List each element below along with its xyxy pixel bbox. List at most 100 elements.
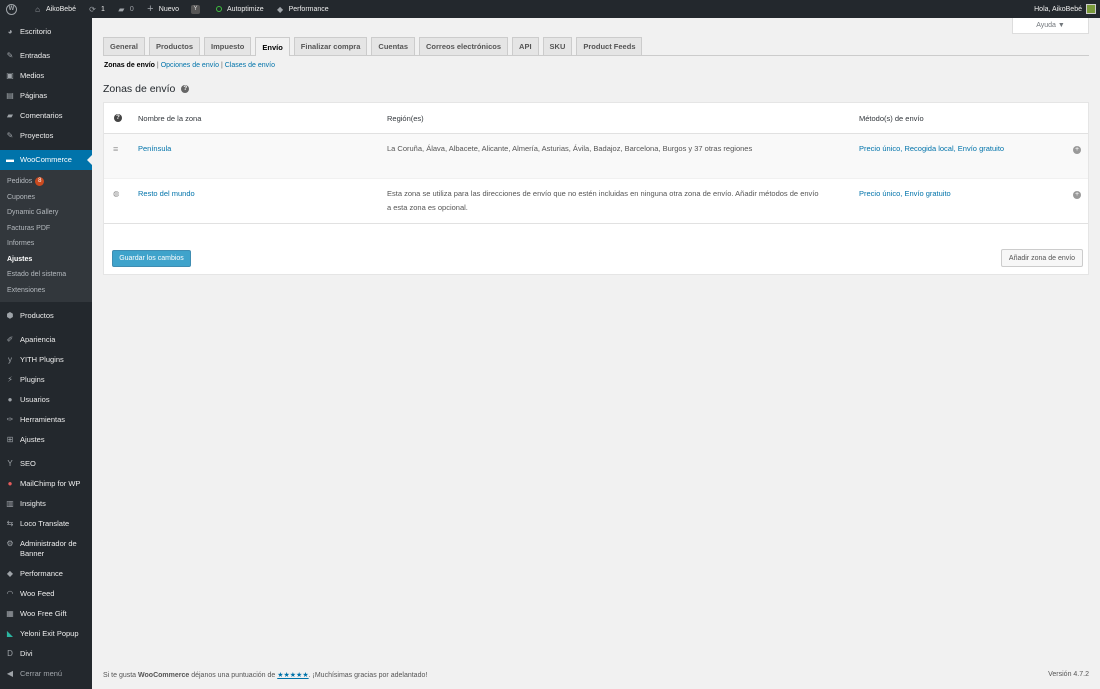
rating-stars-link[interactable]: ★★★★★	[277, 672, 308, 679]
help-button[interactable]: Ayuda ▼	[1012, 18, 1089, 34]
tab-finalizar-compra[interactable]: Finalizar compra	[293, 37, 368, 55]
menu-woofree[interactable]: ▦ Woo Free Gift	[0, 604, 92, 624]
zone-methods-link[interactable]: Precio único, Recogida local, Envío grat…	[859, 142, 1004, 156]
submenu-pedidos[interactable]: Pedidos 8	[0, 174, 92, 190]
add-shipping-zone-button[interactable]: Añadir zona de envío	[1001, 249, 1083, 267]
page-title: Zonas de envío	[103, 83, 176, 95]
add-method-icon[interactable]: +	[1073, 146, 1081, 154]
save-changes-button[interactable]: Guardar los cambios	[112, 250, 191, 267]
avatar	[1086, 4, 1096, 14]
menu-yith[interactable]: y YITH Plugins	[0, 350, 92, 370]
submenu-extensiones[interactable]: Extensiones	[0, 283, 92, 299]
yoast-icon: Y	[7, 459, 13, 468]
shipping-subnav: Zonas de envío | Opciones de envío | Cla…	[104, 62, 275, 69]
yoast-menu[interactable]: Y	[185, 0, 210, 18]
menu-mailchimp[interactable]: ● MailChimp for WP	[0, 474, 92, 494]
wp-logo-menu[interactable]: W	[0, 0, 27, 18]
performance-icon: ◆	[277, 4, 284, 14]
settings-tabs: General Productos Impuesto Envío Finaliz…	[103, 36, 1089, 56]
popup-icon: ◣	[6, 629, 14, 638]
yith-icon: y	[8, 355, 12, 364]
dashboard-icon: ◕	[7, 27, 13, 36]
submenu-facturas[interactable]: Facturas PDF	[0, 221, 92, 237]
updates-link[interactable]: ⟳ 1	[82, 0, 111, 18]
menu-paginas[interactable]: ▤ Páginas	[0, 86, 92, 106]
tab-productos[interactable]: Productos	[148, 37, 201, 55]
submenu-ajustes[interactable]: Ajustes	[0, 252, 92, 268]
woocommerce-icon: ▬	[6, 155, 14, 164]
submenu-informes[interactable]: Informes	[0, 236, 92, 252]
comment-icon: ▰	[118, 4, 125, 14]
drag-handle-icon[interactable]: ≡	[113, 142, 118, 156]
submenu-estado[interactable]: Estado del sistema	[0, 267, 92, 283]
menu-comentarios[interactable]: ▰ Comentarios	[0, 106, 92, 126]
tab-cuentas[interactable]: Cuentas	[371, 37, 415, 55]
wrench-icon: ✑	[6, 415, 14, 424]
tab-impuesto[interactable]: Impuesto	[204, 37, 252, 55]
mailchimp-icon: ●	[7, 479, 13, 488]
menu-insights[interactable]: ▥ Insights	[0, 494, 92, 514]
tab-general[interactable]: General	[103, 37, 145, 55]
tab-product-feeds[interactable]: Product Feeds	[576, 37, 643, 55]
col-methods: Método(s) de envío	[859, 113, 924, 123]
rss-icon: ◠	[6, 589, 14, 598]
gift-icon: ▦	[6, 609, 14, 618]
site-name-link[interactable]: ⌂ AikoBebé	[27, 0, 82, 18]
comments-link[interactable]: ▰ 0	[111, 0, 140, 18]
shipping-zones-table: ? Nombre de la zona Región(es) Método(s)…	[103, 102, 1089, 275]
tab-api[interactable]: API	[512, 37, 539, 55]
user-icon: ●	[7, 395, 13, 404]
page-icon: ▤	[6, 91, 14, 100]
subnav-opciones[interactable]: Opciones de envío	[161, 62, 219, 69]
subnav-zonas[interactable]: Zonas de envío	[104, 62, 155, 69]
menu-productos[interactable]: ⬢ Productos	[0, 306, 92, 326]
admin-footer: Si te gusta WooCommerce déjanos una punt…	[103, 671, 1089, 679]
zone-regions: Esta zona se utiliza para las direccione…	[387, 189, 819, 212]
zone-name-link[interactable]: Resto del mundo	[138, 187, 195, 201]
menu-divi[interactable]: D Divi	[0, 644, 92, 664]
menu-usuarios[interactable]: ● Usuarios	[0, 390, 92, 410]
menu-yeloni[interactable]: ◣ Yeloni Exit Popup	[0, 624, 92, 644]
menu-proyectos[interactable]: ✎ Proyectos	[0, 126, 92, 146]
woocommerce-submenu: Pedidos 8 Cupones Dynamic Gallery Factura…	[0, 170, 92, 302]
media-icon: ▣	[6, 71, 14, 80]
submenu-dynamic-gallery[interactable]: Dynamic Gallery	[0, 205, 92, 221]
yoast-icon: Y	[191, 4, 201, 14]
collapse-icon: ◀	[6, 669, 14, 678]
tab-envio[interactable]: Envío	[255, 37, 290, 56]
menu-entradas[interactable]: ✎ Entradas	[0, 46, 92, 66]
menu-banner[interactable]: ⚙ Administrador de Banner	[0, 534, 92, 564]
home-icon: ⌂	[35, 4, 40, 14]
menu-escritorio[interactable]: ◕ Escritorio	[0, 22, 92, 42]
tab-correos[interactable]: Correos electrónicos	[419, 37, 509, 55]
plug-icon: ⚡	[7, 375, 13, 384]
menu-seo[interactable]: Y SEO	[0, 454, 92, 474]
help-tip-icon[interactable]: ?	[114, 114, 122, 122]
menu-performance[interactable]: ◆ Performance	[0, 564, 92, 584]
subnav-clases[interactable]: Clases de envío	[225, 62, 275, 69]
menu-herramientas[interactable]: ✑ Herramientas	[0, 410, 92, 430]
add-method-icon[interactable]: +	[1073, 191, 1081, 199]
tab-sku[interactable]: SKU	[542, 37, 573, 55]
menu-ajustes[interactable]: ⊞ Ajustes	[0, 430, 92, 450]
globe-icon: ◍	[113, 189, 120, 198]
box-icon: ⬢	[6, 311, 14, 320]
performance-menu[interactable]: ◆ Performance	[270, 0, 335, 18]
admin-sidebar: ◕ Escritorio ✎ Entradas ▣ Medios ▤ Páginas ▰…	[0, 18, 92, 689]
menu-woocommerce[interactable]: ▬ WooCommerce	[0, 150, 92, 170]
help-tip-icon[interactable]: ?	[181, 85, 190, 93]
my-account-menu[interactable]: Hola, AikoBebé	[1028, 0, 1100, 18]
submenu-cupones[interactable]: Cupones	[0, 190, 92, 206]
collapse-menu-button[interactable]: ◀ Cerrar menú	[0, 664, 92, 684]
table-row: ≡ Península La Coruña, Álava, Albacete, …	[104, 134, 1088, 179]
new-content-menu[interactable]: + Nuevo	[140, 0, 185, 18]
zone-methods-link[interactable]: Precio único, Envío gratuito	[859, 187, 951, 201]
status-dot-icon	[216, 6, 223, 12]
menu-medios[interactable]: ▣ Medios	[0, 66, 92, 86]
menu-plugins[interactable]: ⚡ Plugins	[0, 370, 92, 390]
autoptimize-menu[interactable]: Autoptimize	[210, 0, 270, 18]
menu-loco[interactable]: ⇆ Loco Translate	[0, 514, 92, 534]
zone-name-link[interactable]: Península	[138, 142, 171, 156]
menu-woofeed[interactable]: ◠ Woo Feed	[0, 584, 92, 604]
menu-apariencia[interactable]: ✐ Apariencia	[0, 330, 92, 350]
